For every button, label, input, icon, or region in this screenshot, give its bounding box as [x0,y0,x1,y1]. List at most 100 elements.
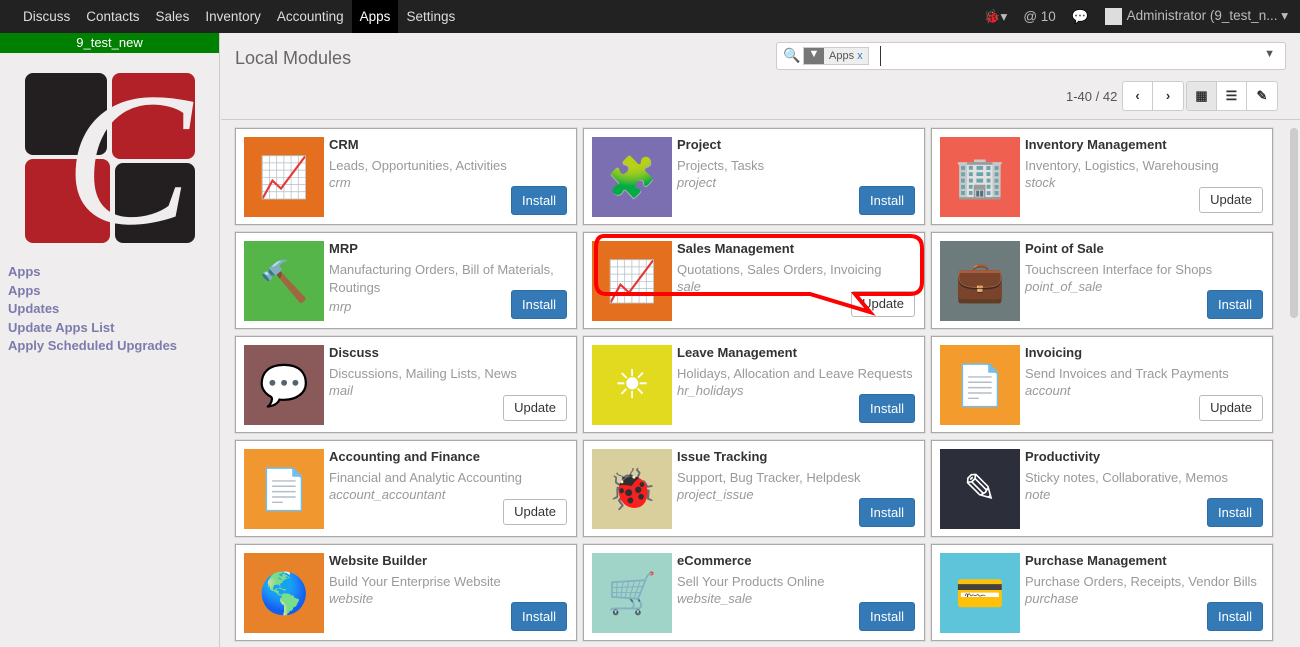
view-switcher: ▦ ☰ ✎ [1186,81,1278,111]
module-technical-name: mail [329,383,353,398]
main-menu: Discuss Contacts Sales Inventory Accounting A… [15,0,463,33]
module-card[interactable]: 🧩 Project Projects, Tasks project Instal… [583,128,925,225]
module-card[interactable]: ☀ Leave Management Holidays, Allocation … [583,336,925,433]
module-summary: Discussions, Mailing Lists, News [329,366,517,381]
previous-page-button[interactable]: ‹ [1123,82,1153,110]
menu-item-contacts[interactable]: Contacts [78,0,147,33]
module-icon: 💬 [244,345,324,425]
form-view-button[interactable]: ✎ [1247,82,1277,110]
module-name: Productivity [1025,449,1101,464]
module-summary: Holidays, Allocation and Leave Requests [677,366,913,381]
facet-remove[interactable]: x [857,50,863,62]
top-navbar: Discuss Contacts Sales Inventory Accounting A… [0,0,1300,33]
sidebar-link[interactable]: Apps [8,282,177,301]
menu-item-inventory[interactable]: Inventory [197,0,269,33]
module-icon: 🔨 [244,241,324,321]
search-facet: ▼ Apps x [803,47,869,65]
module-summary: Support, Bug Tracker, Helpdesk [677,470,861,485]
module-icon: 🛒 [592,553,672,633]
sidebar-link[interactable]: Updates [8,300,177,319]
kanban-view-button[interactable]: ▦ [1187,82,1217,110]
search-bar[interactable]: 🔍 ▼ Apps x ▼ [776,42,1286,70]
module-summary: Leads, Opportunities, Activities [329,158,507,173]
module-technical-name: project [677,175,717,190]
install-button[interactable]: Install [1207,602,1263,631]
module-card[interactable]: 🔨 MRP Manufacturing Orders, Bill of Mate… [235,232,577,329]
module-icon: 🌎 [244,553,324,633]
menu-item-discuss[interactable]: Discuss [15,0,78,33]
module-icon: 📈 [244,137,324,217]
debug-bug-icon[interactable]: 🐞▾ [984,9,1008,25]
module-card[interactable]: 🏢 Inventory Management Inventory, Logist… [931,128,1273,225]
install-button[interactable]: Install [1207,498,1263,527]
install-button[interactable]: Install [859,602,915,631]
module-card[interactable]: 🐞 Issue Tracking Support, Bug Tracker, H… [583,440,925,537]
module-card[interactable]: 📄 Invoicing Send Invoices and Track Paym… [931,336,1273,433]
mentions-button[interactable]: @ 10 [1023,9,1056,24]
update-button[interactable]: Update [503,395,567,421]
mentions-count: 10 [1040,9,1056,24]
module-card[interactable]: 🌎 Website Builder Build Your Enterprise … [235,544,577,641]
install-button[interactable]: Install [859,186,915,215]
module-summary: Inventory, Logistics, Warehousing [1025,158,1219,173]
module-name: Project [677,137,722,152]
module-card[interactable]: 💼 Point of Sale Touchscreen Interface fo… [931,232,1273,329]
svg-text:C: C [65,73,194,243]
search-input[interactable] [880,46,1250,66]
module-summary: Projects, Tasks [677,158,765,173]
module-summary: Sell Your Products Online [677,574,825,589]
modules-kanban: 📈 CRM Leads, Opportunities, Activities c… [235,128,1273,641]
module-name: Point of Sale [1025,241,1104,256]
module-technical-name: hr_holidays [677,383,744,398]
scrollbar[interactable] [1290,128,1298,318]
module-summary: Financial and Analytic Accounting [329,470,522,485]
sidebar: 9_test_new C Apps Apps Updates Update Apps … [0,33,220,647]
module-name: MRP [329,241,358,256]
database-name: 9_test_new [0,33,219,53]
module-card[interactable]: ✎ Productivity Sticky notes, Collaborati… [931,440,1273,537]
module-icon: 📄 [244,449,324,529]
module-name: CRM [329,137,359,152]
module-card[interactable]: 🛒 eCommerce Sell Your Products Online we… [583,544,925,641]
module-summary: Touchscreen Interface for Shops [1025,262,1213,277]
install-button[interactable]: Install [511,186,567,215]
chat-icon[interactable]: 💬 [1072,9,1089,25]
next-page-button[interactable]: › [1153,82,1183,110]
menu-item-apps[interactable]: Apps [351,0,399,33]
list-view-button[interactable]: ☰ [1217,82,1247,110]
module-icon: 💼 [940,241,1020,321]
sidebar-link[interactable]: Update Apps List [8,319,177,338]
module-technical-name: crm [329,175,351,190]
module-summary: Send Invoices and Track Payments [1025,366,1229,381]
filter-icon: ▼ [804,48,824,64]
update-button[interactable]: Update [1199,187,1263,213]
module-card[interactable]: 💳 Purchase Management Purchase Orders, R… [931,544,1273,641]
module-card[interactable]: 📄 Accounting and Finance Financial and A… [235,440,577,537]
module-name: Leave Management [677,345,797,360]
module-name: Invoicing [1025,345,1083,360]
install-button[interactable]: Install [511,290,567,319]
module-technical-name: purchase [1025,591,1079,606]
install-button[interactable]: Install [859,394,915,423]
module-icon: 💳 [940,553,1020,633]
menu-item-sales[interactable]: Sales [148,0,198,33]
search-options-caret-icon[interactable]: ▼ [1264,48,1275,60]
install-button[interactable]: Install [1207,290,1263,319]
module-card[interactable]: 💬 Discuss Discussions, Mailing Lists, Ne… [235,336,577,433]
install-button[interactable]: Install [859,498,915,527]
module-name: Accounting and Finance [329,449,480,464]
install-button[interactable]: Install [511,602,567,631]
menu-item-accounting[interactable]: Accounting [269,0,352,33]
annotation-callout [594,234,924,316]
module-icon: 🧩 [592,137,672,217]
menu-item-settings[interactable]: Settings [398,0,463,33]
module-card[interactable]: 📈 CRM Leads, Opportunities, Activities c… [235,128,577,225]
module-name: Purchase Management [1025,553,1167,568]
update-button[interactable]: Update [503,499,567,525]
sidebar-link[interactable]: Apps [8,263,177,282]
module-icon: ☀ [592,345,672,425]
sidebar-link[interactable]: Apply Scheduled Upgrades [8,337,177,356]
page-title: Local Modules [235,48,352,68]
user-menu[interactable]: Administrator (9_test_n... ▾ [1104,8,1288,25]
update-button[interactable]: Update [1199,395,1263,421]
